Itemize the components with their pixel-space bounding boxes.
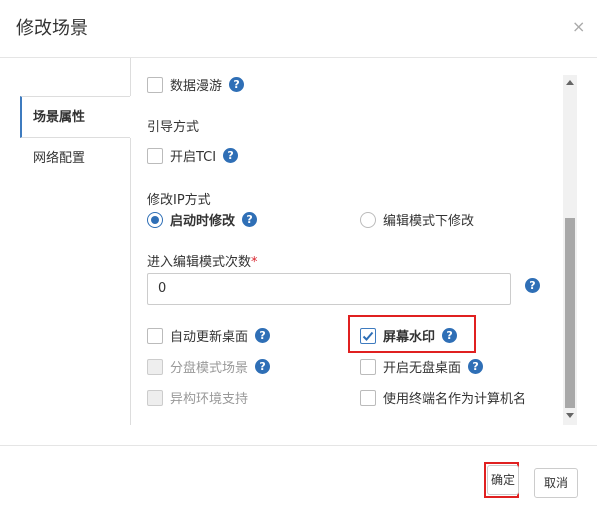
scene-properties-panel: 数据漫游 ? 引导方式 开启TCI ? 修改IP方式 启动时修改 ? 编辑模式下…	[131, 58, 563, 425]
tab-scene-properties[interactable]: 场景属性	[20, 96, 131, 138]
scroll-thumb[interactable]	[565, 218, 575, 408]
ip-mode-edit-radio[interactable]	[360, 211, 376, 228]
heterogeneous-label: 异构环境支持	[170, 392, 249, 407]
help-icon[interactable]: ?	[223, 148, 239, 163]
data-roaming-checkbox[interactable]	[147, 76, 163, 93]
ok-button[interactable]: 确定	[487, 465, 520, 495]
vertical-scrollbar[interactable]	[563, 75, 577, 425]
watermark-row: 屏幕水印 ?	[360, 326, 458, 345]
diskless-checkbox[interactable]	[360, 358, 376, 375]
watermark-label: 屏幕水印	[383, 330, 436, 345]
tci-label: 开启TCI	[170, 150, 217, 165]
watermark-checkbox[interactable]	[360, 327, 376, 344]
edit-count-label-text: 进入编辑模式次数	[147, 255, 252, 270]
heterogeneous-checkbox	[147, 389, 163, 406]
edit-count-label: 进入编辑模式次数*	[147, 251, 258, 270]
data-roaming-label: 数据漫游	[170, 79, 223, 94]
help-icon[interactable]: ?	[255, 359, 271, 374]
heterogeneous-row: 异构环境支持	[147, 388, 248, 407]
tab-network-config[interactable]: 网络配置	[20, 138, 131, 180]
help-icon[interactable]: ?	[229, 77, 245, 92]
terminal-name-label: 使用终端名作为计算机名	[383, 392, 527, 407]
split-disk-checkbox	[147, 358, 163, 375]
help-icon[interactable]: ?	[525, 278, 540, 293]
edit-count-input[interactable]: 0	[147, 273, 511, 305]
side-tabs: 场景属性 网络配置	[20, 96, 131, 180]
tci-checkbox[interactable]	[147, 147, 163, 164]
data-roaming-row: 数据漫游 ?	[147, 75, 245, 94]
ip-mode-edit-label: 编辑模式下修改	[383, 214, 475, 229]
help-icon[interactable]: ?	[242, 212, 258, 227]
auto-update-row: 自动更新桌面 ?	[147, 326, 271, 345]
ip-mode-boot-label: 启动时修改	[170, 214, 236, 229]
help-icon[interactable]: ?	[442, 328, 458, 343]
close-icon[interactable]: ×	[572, 18, 585, 36]
required-asterisk: *	[251, 255, 258, 270]
auto-update-checkbox[interactable]	[147, 327, 163, 344]
terminal-name-checkbox[interactable]	[360, 389, 376, 406]
edit-scene-dialog: 修改场景 × 场景属性 网络配置 数据漫游 ? 引导方式 开启TCI ? 修改I…	[0, 0, 597, 513]
auto-update-label: 自动更新桌面	[170, 330, 249, 345]
help-icon[interactable]: ?	[468, 359, 484, 374]
split-disk-label: 分盘模式场景	[170, 361, 249, 376]
ip-mode-option-edit[interactable]: 编辑模式下修改	[360, 210, 474, 229]
scroll-up-icon[interactable]	[566, 80, 574, 85]
help-icon[interactable]: ?	[255, 328, 271, 343]
ip-mode-boot-radio[interactable]	[147, 211, 163, 228]
terminal-name-row: 使用终端名作为计算机名	[360, 388, 526, 407]
ip-mode-label: 修改IP方式	[147, 193, 211, 208]
boot-mode-label: 引导方式	[147, 120, 200, 135]
dialog-footer: 确定 取消	[0, 445, 597, 513]
dialog-title: 修改场景	[16, 18, 88, 39]
diskless-row: 开启无盘桌面 ?	[360, 357, 484, 376]
checkmark-icon	[362, 331, 374, 341]
tci-row: 开启TCI ?	[147, 146, 239, 165]
split-disk-row: 分盘模式场景 ?	[147, 357, 271, 376]
diskless-label: 开启无盘桌面	[383, 361, 462, 376]
scroll-down-icon[interactable]	[566, 413, 574, 418]
cancel-button[interactable]: 取消	[534, 468, 579, 498]
ip-mode-option-boot[interactable]: 启动时修改 ?	[147, 210, 258, 229]
dialog-header: 修改场景 ×	[0, 0, 597, 58]
